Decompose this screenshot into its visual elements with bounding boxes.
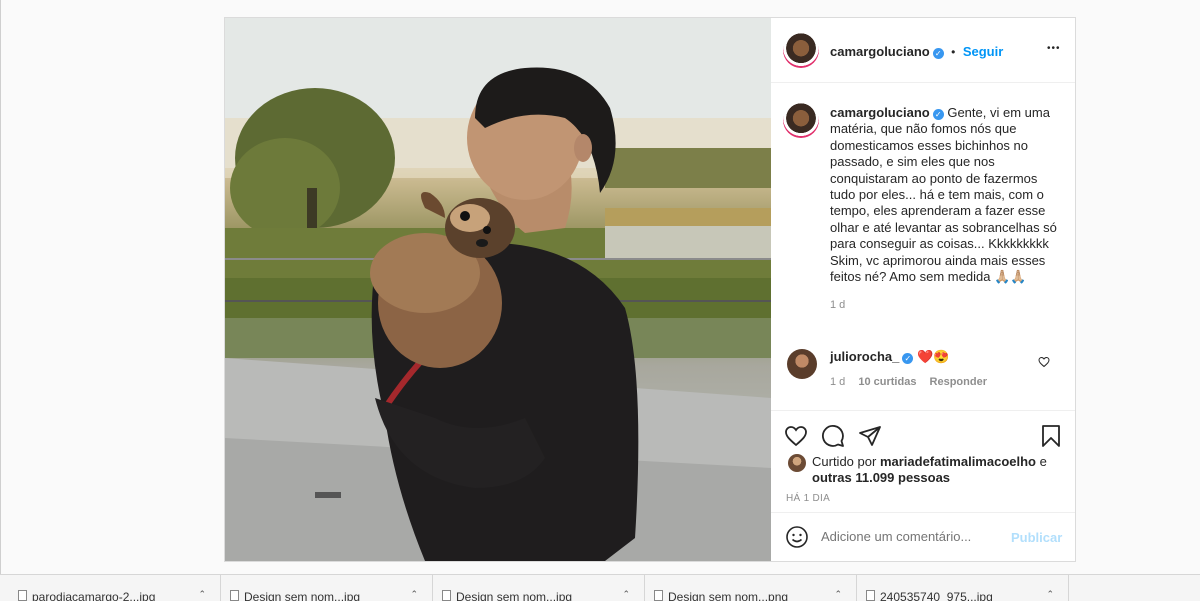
liked-by-prefix: Curtido por bbox=[812, 454, 877, 469]
liked-by: Curtido por mariadefatimalimacoelho e ou… bbox=[812, 454, 1067, 486]
post-actions: Curtido por mariadefatimalimacoelho e ou… bbox=[771, 410, 1075, 511]
verified-icon: ✓ bbox=[932, 48, 944, 59]
chevron-up-icon[interactable]: ⌃ bbox=[622, 589, 630, 600]
more-options-icon[interactable]: ••• bbox=[1047, 43, 1061, 54]
caption-username[interactable]: camargoluciano bbox=[830, 105, 930, 120]
download-filename: parodiacamargo-2...jpg bbox=[32, 590, 156, 601]
commenter-avatar[interactable] bbox=[787, 349, 817, 379]
file-icon bbox=[18, 590, 27, 601]
chevron-up-icon[interactable]: ⌃ bbox=[1046, 589, 1054, 600]
emoji-icon[interactable] bbox=[785, 525, 809, 549]
comment-text: ❤️😍 bbox=[916, 349, 950, 364]
follow-button[interactable]: Seguir bbox=[963, 44, 1003, 59]
share-icon[interactable] bbox=[858, 424, 882, 448]
comment-username[interactable]: juliorocha_ bbox=[830, 349, 899, 364]
comment-likes[interactable]: 10 curtidas bbox=[858, 376, 916, 388]
file-icon bbox=[866, 590, 875, 601]
post-timestamp[interactable]: HÁ 1 DIA bbox=[786, 493, 830, 504]
verified-icon: ✓ bbox=[902, 353, 914, 364]
download-filename: 240535740_975...jpg bbox=[880, 590, 993, 601]
chevron-up-icon[interactable]: ⌃ bbox=[410, 589, 418, 600]
liked-by-others[interactable]: outras 11.099 pessoas bbox=[812, 470, 950, 485]
comment-like-icon[interactable] bbox=[1038, 356, 1050, 368]
post-side-panel: camargoluciano ✓ • Seguir ••• camargoluci… bbox=[771, 18, 1075, 561]
author-line: camargoluciano ✓ • Seguir bbox=[830, 43, 1003, 61]
caption-block: camargoluciano ✓ Gente, vi em uma matéria… bbox=[830, 105, 1062, 314]
file-icon bbox=[654, 590, 663, 601]
post-header: camargoluciano ✓ • Seguir ••• bbox=[771, 18, 1075, 83]
file-icon bbox=[442, 590, 451, 601]
photo-scene bbox=[225, 18, 771, 561]
download-item[interactable]: Design sem nom...jpg ⌃ bbox=[222, 575, 433, 601]
comment-block: juliorocha_ ✓ ❤️😍 1 d 10 curtidas Respond… bbox=[830, 349, 1040, 388]
comment-meta: 1 d 10 curtidas Responder bbox=[830, 376, 1040, 388]
reply-button[interactable]: Responder bbox=[930, 376, 987, 388]
download-item[interactable]: parodiacamargo-2...jpg ⌃ bbox=[10, 575, 221, 601]
comment-bar: Publicar bbox=[771, 512, 1075, 561]
verified-icon: ✓ bbox=[932, 109, 944, 120]
downloads-bar: parodiacamargo-2...jpg ⌃ Design sem nom.… bbox=[0, 574, 1200, 601]
comment-icon[interactable] bbox=[821, 424, 845, 448]
download-item[interactable]: 240535740_975...jpg ⌃ bbox=[858, 575, 1069, 601]
download-item[interactable]: Design sem nom...jpg ⌃ bbox=[434, 575, 645, 601]
author-username[interactable]: camargoluciano bbox=[830, 44, 930, 59]
liked-by-and: e bbox=[1039, 454, 1047, 469]
caption-age[interactable]: 1 d bbox=[830, 297, 1062, 313]
chevron-up-icon[interactable]: ⌃ bbox=[834, 589, 842, 600]
comment-age[interactable]: 1 d bbox=[830, 376, 845, 388]
separator-dot: • bbox=[951, 45, 956, 59]
liked-by-user[interactable]: mariadefatimalimacoelho bbox=[880, 454, 1036, 469]
liker-avatar[interactable] bbox=[788, 454, 806, 472]
author-avatar[interactable] bbox=[783, 32, 819, 68]
window-left-border bbox=[0, 0, 1, 600]
chevron-up-icon[interactable]: ⌃ bbox=[198, 589, 206, 600]
download-filename: Design sem nom...jpg bbox=[244, 590, 361, 601]
download-item[interactable]: Design sem nom...png ⌃ bbox=[646, 575, 857, 601]
instagram-post: camargoluciano ✓ • Seguir ••• camargoluci… bbox=[224, 17, 1076, 562]
publish-button[interactable]: Publicar bbox=[1011, 530, 1062, 545]
like-heart-icon[interactable] bbox=[784, 424, 808, 448]
comment-input[interactable] bbox=[821, 526, 1001, 546]
save-bookmark-icon[interactable] bbox=[1039, 424, 1063, 448]
caption-avatar[interactable] bbox=[783, 102, 819, 138]
download-filename: Design sem nom...jpg bbox=[456, 590, 573, 601]
post-photo[interactable] bbox=[225, 18, 771, 561]
file-icon bbox=[230, 590, 239, 601]
caption-text: Gente, vi em uma matéria, que não fomos … bbox=[830, 105, 1057, 285]
download-filename: Design sem nom...png bbox=[668, 590, 789, 601]
